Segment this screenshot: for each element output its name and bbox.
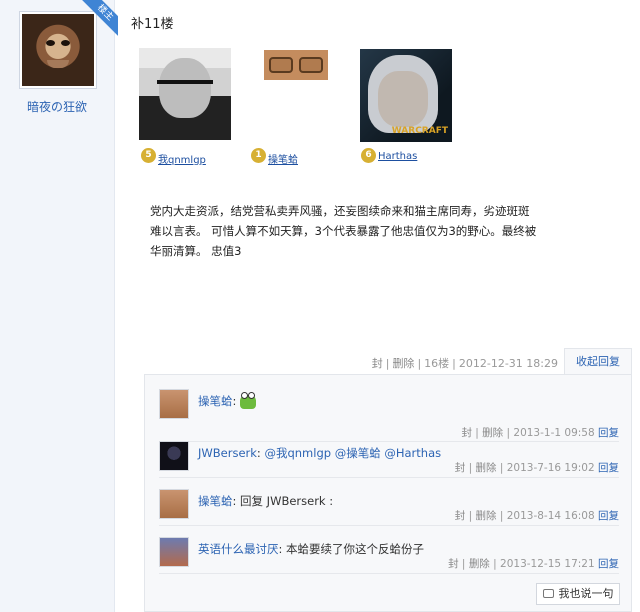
mention-link[interactable]: @Harthas: [384, 446, 441, 460]
reply-meta: 封 | 删除 | 2013-1-1 09:58 回复: [461, 427, 619, 439]
post-time: 2012-12-31 18:29: [458, 357, 558, 370]
member-card-1-label[interactable]: 我qnmlgp: [158, 151, 206, 166]
reply-meta: 封 | 删除 | 2013-7-16 19:02 回复: [454, 462, 619, 474]
reply-button[interactable]: 回复: [598, 510, 619, 522]
warcraft-logo: WARCRAFT: [391, 126, 448, 136]
post-meta: 封 | 删除 | 16楼 | 2012-12-31 18:29: [371, 357, 558, 370]
delete-link[interactable]: 删除: [392, 357, 414, 370]
reply-username[interactable]: 英语什么最讨厌: [198, 542, 279, 556]
reply-time: 2013-8-14 16:08: [506, 510, 595, 522]
member-card-2-label[interactable]: 操笔蛤: [268, 151, 298, 166]
reply-time: 2013-12-15 17:21: [500, 558, 595, 570]
member-card-3-label[interactable]: Harthas: [378, 151, 417, 162]
mention-link[interactable]: @我qnmlgp: [264, 446, 331, 460]
block-link[interactable]: 封: [461, 427, 472, 439]
member-card-2-image[interactable]: [264, 50, 328, 80]
mention-link[interactable]: @操笔蛤: [335, 446, 381, 460]
block-link[interactable]: 封: [448, 558, 459, 570]
floor-title: 补11楼: [131, 17, 174, 32]
reply-button[interactable]: 回复: [598, 427, 619, 439]
delete-link[interactable]: 删除: [476, 510, 497, 522]
block-link[interactable]: 封: [455, 462, 466, 474]
reply-button[interactable]: 回复: [598, 558, 619, 570]
block-link[interactable]: 封: [372, 357, 383, 370]
write-reply-button[interactable]: 我也说一句: [536, 583, 620, 605]
frog-emoji-icon: [240, 391, 257, 409]
delete-link[interactable]: 删除: [469, 558, 490, 570]
reply-username[interactable]: JWBerserk: [198, 446, 257, 460]
reply-avatar[interactable]: [159, 537, 189, 567]
level-badge-2: 1: [251, 148, 266, 163]
author-username[interactable]: 暗夜の狂欲: [0, 98, 114, 115]
reply-box: 操笔蛤: 封 | 删除 | 2013-1-1 09:58 回复 JWBerser…: [144, 374, 632, 612]
reply-username[interactable]: 操笔蛤: [198, 394, 233, 408]
reply-avatar[interactable]: [159, 389, 189, 419]
member-card-1-image[interactable]: [139, 48, 231, 140]
block-link[interactable]: 封: [455, 510, 466, 522]
reply-avatar[interactable]: [159, 441, 189, 471]
reply-text: 本蛤要续了你这个反蛤份子: [286, 542, 425, 556]
collapse-replies-button[interactable]: 收起回复: [564, 348, 632, 374]
reply-time: 2013-7-16 19:02: [506, 462, 595, 474]
delete-link[interactable]: 删除: [476, 462, 497, 474]
member-card-3-image[interactable]: WARCRAFT: [360, 49, 452, 142]
delete-link[interactable]: 删除: [482, 427, 503, 439]
post-content: 党内大走资派，结党营私卖弄风骚，还妄图续命来和猫主席同寿，劣迹斑斑难以言表。 可…: [150, 204, 537, 258]
comment-icon: [542, 588, 554, 598]
reply-username[interactable]: 操笔蛤: [198, 494, 233, 508]
reply-meta: 封 | 删除 | 2013-12-15 17:21 回复: [448, 558, 619, 570]
reply-text: 回复 JWBerserk :: [240, 494, 334, 508]
floor-number: 16楼: [424, 357, 450, 370]
level-badge-3: 6: [361, 148, 376, 163]
reply-button[interactable]: 回复: [598, 462, 619, 474]
louzhu-badge: 楼主: [82, 0, 118, 36]
reply-avatar[interactable]: [159, 489, 189, 519]
author-sidebar: 楼主 暗夜の狂欲: [0, 0, 118, 612]
level-badge-1: 5: [141, 148, 156, 163]
reply-meta: 封 | 删除 | 2013-8-14 16:08 回复: [454, 510, 619, 522]
reply-time: 2013-1-1 09:58: [513, 427, 595, 439]
